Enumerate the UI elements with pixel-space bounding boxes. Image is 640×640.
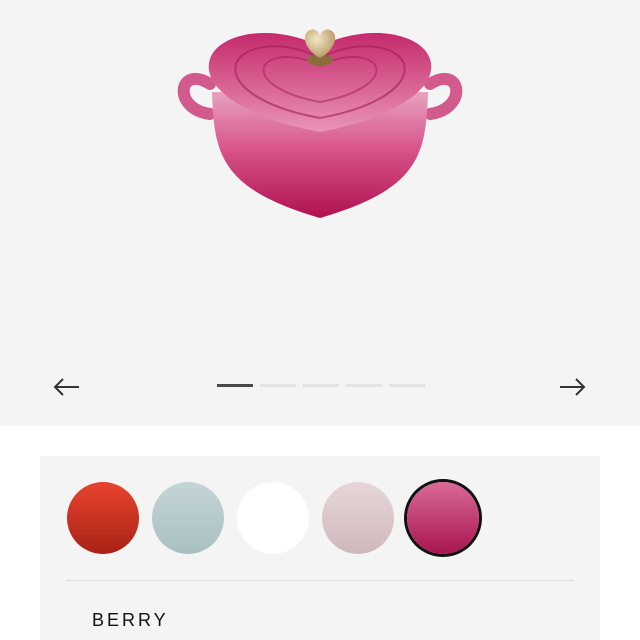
arrow-left-icon [53, 378, 79, 396]
slide-dot-3[interactable] [303, 384, 339, 387]
slide-dot-1[interactable] [217, 384, 253, 387]
product-gallery [0, 0, 640, 426]
color-selector-panel: BERRY [40, 456, 600, 640]
slide-dot-4[interactable] [346, 384, 382, 387]
slide-indicators [217, 384, 425, 387]
swatch-berry[interactable] [407, 482, 479, 554]
previous-image-button[interactable] [51, 372, 81, 402]
product-image[interactable] [170, 14, 470, 224]
divider [66, 580, 574, 581]
swatch-red[interactable] [67, 482, 139, 554]
arrow-right-icon [560, 378, 586, 396]
slide-dot-2[interactable] [260, 384, 296, 387]
slide-dot-5[interactable] [389, 384, 425, 387]
swatch-shell-pink[interactable] [322, 482, 394, 554]
selected-color-name: BERRY [92, 610, 169, 630]
swatch-sea-salt[interactable] [152, 482, 224, 554]
swatch-white[interactable] [237, 482, 309, 554]
next-image-button[interactable] [558, 372, 588, 402]
color-swatches [67, 482, 479, 554]
